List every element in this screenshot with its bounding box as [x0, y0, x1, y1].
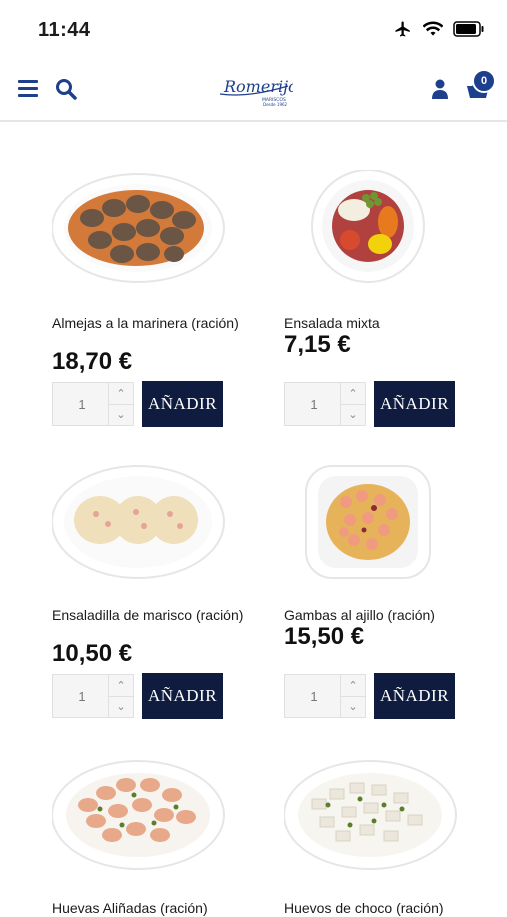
product-name[interactable]: Huevas Aliñadas (ración) — [52, 900, 252, 917]
airplane-icon — [395, 21, 410, 37]
quantity-value[interactable]: 1 — [53, 675, 111, 717]
product-price: 15,50 € — [284, 623, 365, 650]
product-image[interactable] — [283, 755, 464, 885]
product-image[interactable] — [51, 170, 232, 300]
quantity-up-button[interactable]: ⌃ — [109, 383, 133, 405]
product-image[interactable] — [284, 462, 464, 592]
battery-icon — [453, 21, 484, 37]
app-header: Romerijo MARISCOS Desde 1962 0 — [0, 58, 507, 122]
add-to-cart-button[interactable]: AÑADIR — [142, 673, 223, 719]
quantity-down-button[interactable]: ⌄ — [109, 404, 133, 425]
product-price: 10,50 € — [52, 640, 133, 667]
quantity-up-button[interactable]: ⌃ — [341, 675, 365, 697]
product-price: 18,70 € — [52, 348, 133, 375]
user-icon[interactable] — [429, 78, 451, 100]
status-icons — [393, 20, 485, 38]
product-name[interactable]: Ensaladilla de marisco (ración) — [52, 607, 252, 624]
quantity-value[interactable]: 1 — [53, 383, 111, 425]
quantity-down-button[interactable]: ⌄ — [341, 696, 365, 717]
product-image[interactable] — [51, 755, 232, 885]
add-to-cart-button[interactable]: AÑADIR — [142, 381, 223, 427]
status-time: 11:44 — [38, 19, 91, 41]
quantity-down-button[interactable]: ⌄ — [341, 404, 365, 425]
search-icon[interactable] — [54, 77, 78, 101]
product-name[interactable]: Gambas al ajillo (ración) — [284, 607, 484, 624]
product-image[interactable] — [51, 462, 232, 592]
quantity-stepper[interactable]: 1 ⌃ ⌄ — [52, 674, 134, 718]
svg-text:Desde 1962: Desde 1962 — [263, 102, 288, 107]
product-image[interactable] — [284, 169, 464, 300]
brand-logo[interactable]: Romerijo MARISCOS Desde 1962 — [218, 68, 298, 110]
status-bar: 11:44 — [0, 0, 507, 58]
quantity-stepper[interactable]: 1 ⌃ ⌄ — [284, 674, 366, 718]
quantity-value[interactable]: 1 — [285, 383, 343, 425]
quantity-down-button[interactable]: ⌄ — [109, 696, 133, 717]
quantity-stepper[interactable]: 1 ⌃ ⌄ — [284, 382, 366, 426]
svg-text:Romerijo: Romerijo — [223, 77, 293, 96]
add-to-cart-button[interactable]: AÑADIR — [374, 673, 455, 719]
quantity-stepper[interactable]: 1 ⌃ ⌄ — [52, 382, 134, 426]
cart-icon[interactable]: 0 — [466, 69, 496, 99]
product-name[interactable]: Almejas a la marinera (ración) — [52, 315, 252, 332]
wifi-icon — [423, 21, 443, 36]
product-name[interactable]: Ensalada mixta — [284, 315, 484, 332]
quantity-up-button[interactable]: ⌃ — [109, 675, 133, 697]
product-price: 7,15 € — [284, 331, 351, 358]
cart-count-badge: 0 — [472, 69, 496, 93]
hamburger-icon[interactable] — [18, 77, 40, 99]
quantity-value[interactable]: 1 — [285, 675, 343, 717]
product-name[interactable]: Huevos de choco (ración) — [284, 900, 484, 917]
add-to-cart-button[interactable]: AÑADIR — [374, 381, 455, 427]
quantity-up-button[interactable]: ⌃ — [341, 383, 365, 405]
